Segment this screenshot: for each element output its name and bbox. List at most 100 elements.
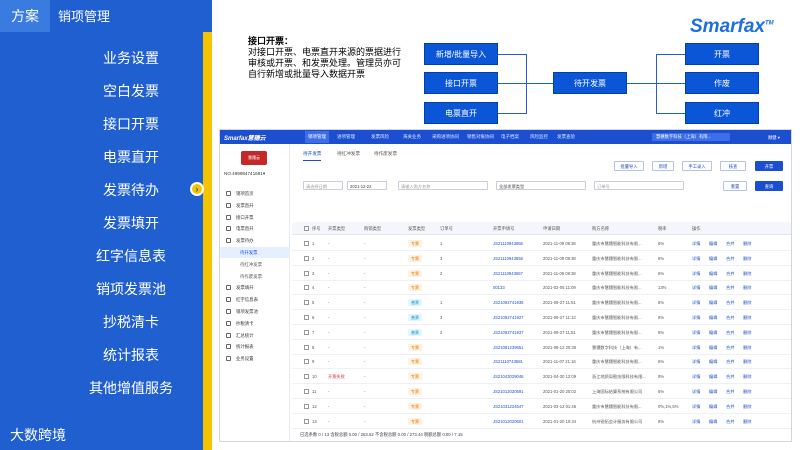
row-action-link[interactable]: 详情 bbox=[692, 241, 700, 247]
row-action-link[interactable]: 详情 bbox=[692, 389, 700, 395]
row-checkbox[interactable] bbox=[304, 285, 309, 291]
tab-pending[interactable]: 待开发票 bbox=[303, 148, 322, 161]
tab-void[interactable]: 待作废发票 bbox=[374, 148, 397, 160]
sidebar-item[interactable]: 红字信息表 bbox=[220, 294, 290, 305]
row-action-link[interactable]: 详情 bbox=[692, 285, 700, 291]
row-action-link[interactable]: 编辑 bbox=[709, 389, 717, 395]
search-button[interactable]: 查询 bbox=[755, 181, 783, 191]
table-cell[interactable]: JS21110743581 bbox=[493, 359, 523, 364]
row-checkbox[interactable] bbox=[304, 389, 309, 394]
row-action-link[interactable]: 删除 bbox=[743, 374, 751, 380]
table-cell[interactable]: JS21110943657 bbox=[493, 271, 523, 276]
row-checkbox[interactable] bbox=[304, 403, 309, 409]
row-action-link[interactable]: 详情 bbox=[692, 419, 700, 425]
table-row[interactable]: 13 - - 专票 JS21012020601 2021-01-20 10:34 杭州锐拓会… bbox=[292, 414, 791, 429]
row-checkbox[interactable] bbox=[304, 374, 309, 380]
row-action-link[interactable]: 编辑 bbox=[709, 271, 717, 277]
top-nav-item[interactable]: 风险监控 bbox=[530, 134, 548, 140]
table-cell[interactable]: 00133 bbox=[493, 285, 505, 290]
row-checkbox[interactable] bbox=[304, 241, 309, 246]
table-row[interactable]: 5 - - 普票 1 JS21092741936 2021-09-27 11:51 重庆市慧穗… bbox=[292, 295, 791, 311]
menu-item[interactable]: 发票待办 bbox=[60, 174, 202, 207]
row-action-link[interactable]: 合并 bbox=[726, 285, 734, 291]
table-row[interactable]: 6 - - 普票 3 JS21092741927 2021-09-27 11:13 重庆市慧穗… bbox=[292, 310, 791, 325]
row-checkbox[interactable] bbox=[304, 300, 309, 306]
row-action-link[interactable]: 编辑 bbox=[709, 315, 717, 321]
menu-item[interactable]: 业务设置 bbox=[60, 42, 202, 75]
company-select[interactable]: 慧穗数字科技（上海）有限... bbox=[652, 133, 730, 141]
sidebar-item[interactable]: 汇总统计 bbox=[220, 330, 290, 341]
buyer-input[interactable]: 请输入购方名称 bbox=[398, 181, 488, 190]
tab-fangan[interactable]: 方案 bbox=[0, 0, 50, 32]
sidebar-item[interactable]: 销项首页 bbox=[220, 188, 290, 199]
row-action-link[interactable]: 编辑 bbox=[709, 359, 717, 365]
row-action-link[interactable]: 编辑 bbox=[709, 330, 717, 336]
row-action-link[interactable]: 删除 bbox=[743, 330, 751, 336]
row-action-link[interactable]: 编辑 bbox=[709, 256, 717, 262]
row-action-link[interactable]: 合并 bbox=[726, 241, 734, 247]
menu-item[interactable]: 红字信息表 bbox=[60, 240, 202, 273]
menu-item[interactable]: 抄税清卡 bbox=[60, 306, 202, 339]
sidebar-item[interactable]: 待开发票 bbox=[220, 247, 290, 258]
row-action-link[interactable]: 合并 bbox=[726, 256, 734, 262]
table-row[interactable]: 9 - - 专票 JS21110743581 2021-11-07 21:16 重庆市慧穗智… bbox=[292, 354, 791, 370]
order-input[interactable]: 订单号 bbox=[594, 181, 684, 190]
row-action-link[interactable]: 编辑 bbox=[709, 419, 717, 425]
menu-item[interactable]: 电票直开 bbox=[60, 141, 202, 174]
row-action-link[interactable]: 编辑 bbox=[709, 374, 717, 380]
tab-xiaoxiang[interactable]: 销项管理 bbox=[50, 0, 212, 32]
table-row[interactable]: 11 - - 专票 JS21012020591 2021-01-20 20:02 上海国际结… bbox=[292, 384, 791, 399]
batch-import-button[interactable]: 批量导入 bbox=[614, 161, 644, 171]
row-action-link[interactable]: 合并 bbox=[726, 419, 734, 425]
sidebar-item[interactable]: 发票待办 bbox=[220, 235, 290, 246]
table-row[interactable]: 1 - - 专票 1 JS21110943656 2021-11-09 09:38 重庆市慧穗… bbox=[292, 236, 791, 251]
top-nav-item[interactable]: 销项管理 bbox=[305, 131, 329, 143]
row-checkbox[interactable] bbox=[304, 359, 309, 365]
row-action-link[interactable]: 合并 bbox=[726, 374, 734, 380]
top-nav-item[interactable]: 电子档案 bbox=[501, 134, 519, 140]
row-checkbox[interactable] bbox=[304, 344, 309, 350]
date-to-input[interactable]: 2021-12-22 bbox=[347, 181, 387, 190]
arrow-right-icon[interactable]: › bbox=[190, 182, 204, 196]
row-action-link[interactable]: 详情 bbox=[692, 359, 700, 365]
table-cell[interactable]: JS21110943656 bbox=[493, 241, 523, 246]
top-nav-item[interactable]: 进项管理 bbox=[337, 134, 355, 140]
sidebar-item[interactable]: 业务设置 bbox=[220, 353, 290, 364]
table-row[interactable]: 3 - - 专票 2 JS21110943657 2021-11-09 09:38 重庆市慧穗… bbox=[292, 266, 791, 281]
invoice-type-select[interactable]: 全部发票类型 bbox=[496, 181, 586, 190]
select-all-checkbox[interactable] bbox=[304, 226, 309, 231]
row-action-link[interactable]: 删除 bbox=[743, 419, 751, 425]
table-row[interactable]: 8 - - 专票 JS21081239651 2021-08-12 20:36 慧穗数字科技… bbox=[292, 340, 791, 355]
taxpayer-no[interactable]: NO.499984741681▾ bbox=[224, 171, 265, 177]
menu-item[interactable]: 空白发票 bbox=[60, 75, 202, 108]
row-checkbox[interactable] bbox=[304, 315, 309, 320]
row-action-link[interactable]: 编辑 bbox=[709, 345, 717, 351]
row-action-link[interactable]: 编辑 bbox=[709, 285, 717, 291]
row-action-link[interactable]: 删除 bbox=[743, 404, 751, 410]
menu-item[interactable]: 销项发票池 bbox=[60, 273, 202, 306]
sidebar-item[interactable]: 抄税清卡 bbox=[220, 318, 290, 329]
top-nav-item[interactable]: 采购进项协同 bbox=[432, 134, 459, 140]
issue-button[interactable]: 开票 bbox=[755, 161, 783, 171]
sidebar-item[interactable]: 待作废发票 bbox=[220, 271, 290, 282]
sidebar-item[interactable]: 电票直开 bbox=[220, 223, 290, 234]
row-action-link[interactable]: 详情 bbox=[692, 404, 700, 410]
top-nav-item[interactable]: 海关业务 bbox=[403, 134, 421, 140]
row-action-link[interactable]: 删除 bbox=[743, 271, 751, 277]
table-cell[interactable]: JS21043029046 bbox=[493, 374, 524, 379]
sidebar-item[interactable]: 待红冲发票 bbox=[220, 259, 290, 270]
table-cell[interactable]: JS21081239651 bbox=[493, 345, 524, 350]
table-row[interactable]: 2 - - 专票 3 JS21110943658 2021-11-09 09:38 重庆市慧穗… bbox=[292, 251, 791, 266]
row-action-link[interactable]: 合并 bbox=[726, 300, 734, 306]
row-action-link[interactable]: 删除 bbox=[743, 241, 751, 247]
row-action-link[interactable]: 合并 bbox=[726, 330, 734, 336]
row-action-link[interactable]: 删除 bbox=[743, 345, 751, 351]
row-action-link[interactable]: 详情 bbox=[692, 300, 700, 306]
row-action-link[interactable]: 删除 bbox=[743, 285, 751, 291]
row-action-link[interactable]: 删除 bbox=[743, 256, 751, 262]
row-checkbox[interactable] bbox=[304, 270, 309, 276]
add-button[interactable]: 新增 bbox=[652, 161, 674, 171]
sidebar-item[interactable]: 发票直开 bbox=[220, 200, 290, 211]
row-action-link[interactable]: 删除 bbox=[743, 300, 751, 306]
row-action-link[interactable]: 删除 bbox=[743, 389, 751, 395]
